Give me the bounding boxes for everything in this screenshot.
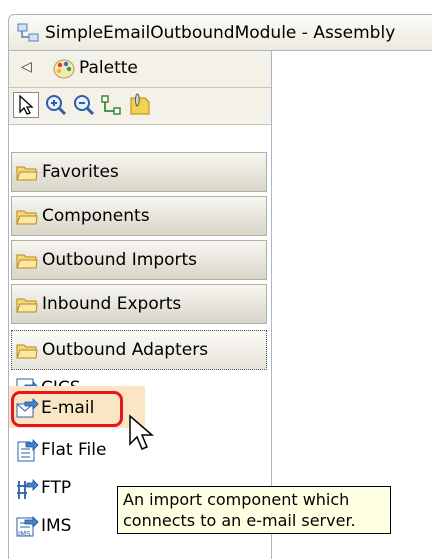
folder-open-icon <box>16 344 38 359</box>
palette-title: Palette <box>79 58 138 78</box>
palette-panel: ◁ Palette Favorites Components Outbound … <box>8 51 272 559</box>
folder-icon <box>16 166 38 181</box>
wire-connect-icon[interactable] <box>99 92 125 118</box>
editor-tab[interactable]: SimpleEmailOutboundModule - Assembly <box>8 14 432 51</box>
drawer-outbound-adapters[interactable]: Outbound Adapters <box>11 330 267 370</box>
drawer-label: Favorites <box>42 162 119 182</box>
ftp-adapter-icon <box>17 479 39 499</box>
tooltip: An import component which connects to an… <box>117 486 391 534</box>
drawer-label: Components <box>42 206 150 226</box>
palette-entry-flat-file[interactable]: Flat File <box>11 433 211 469</box>
entry-label: Flat File <box>41 440 107 460</box>
drawer-components[interactable]: Components <box>11 196 267 236</box>
mouse-cursor-icon <box>129 414 154 450</box>
palette-header: ◁ Palette <box>9 51 271 88</box>
tooltip-line-1: An import component which <box>123 490 350 509</box>
editor-window: SimpleEmailOutboundModule - Assembly ◁ P… <box>0 0 432 559</box>
palette-icon <box>53 59 75 79</box>
palette-toolbar <box>9 88 271 125</box>
email-highlight-box <box>11 391 123 427</box>
assembly-diagram-icon <box>17 23 39 42</box>
drawer-label: Inbound Exports <box>42 294 182 314</box>
zoom-out-icon[interactable] <box>71 92 97 118</box>
drawer-label: Outbound Adapters <box>42 340 209 360</box>
folder-icon <box>16 254 38 269</box>
collapse-palette-icon[interactable]: ◁ <box>21 59 32 75</box>
zoom-in-icon[interactable] <box>43 92 69 118</box>
select-arrow-icon[interactable] <box>13 92 39 118</box>
folder-icon <box>16 298 38 313</box>
drawer-label: Outbound Imports <box>42 250 198 270</box>
entry-label: IMS <box>41 516 72 536</box>
editor-tab-title: SimpleEmailOutboundModule - Assembly <box>45 23 396 43</box>
folder-icon <box>16 210 38 225</box>
drawer-inbound-exports[interactable]: Inbound Exports <box>11 284 267 324</box>
entry-label: FTP <box>41 478 72 498</box>
tooltip-line-2: connects to an e-mail server. <box>123 511 356 530</box>
ims-adapter-icon: IMS <box>16 516 39 538</box>
drawer-favorites[interactable]: Favorites <box>11 152 267 192</box>
note-icon[interactable] <box>127 92 153 118</box>
drawer-outbound-imports[interactable]: Outbound Imports <box>11 240 267 280</box>
svg-text:IMS: IMS <box>18 530 31 538</box>
flat-file-adapter-icon <box>17 439 39 462</box>
diagram-canvas[interactable] <box>272 51 432 559</box>
